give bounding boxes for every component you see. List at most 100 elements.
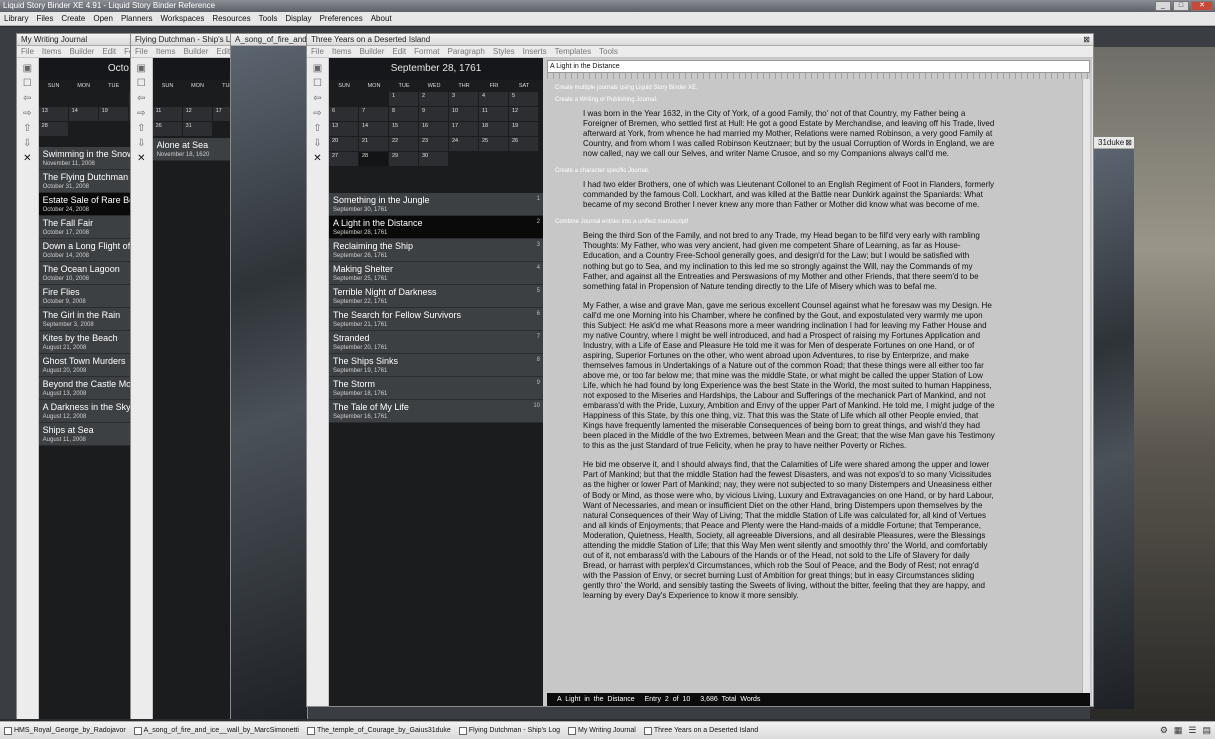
calendar-day[interactable]: 26 <box>509 137 538 151</box>
menu-item[interactable]: Items <box>328 47 356 56</box>
entry-title-input[interactable]: A Light in the Distance <box>547 60 1090 73</box>
calendar-day[interactable]: 9 <box>419 107 448 121</box>
fire-ice-image-window[interactable]: A_song_of_fire_and_ice_wall <box>230 33 308 719</box>
menu-item[interactable]: Items <box>38 47 66 56</box>
calendar-day[interactable]: 20 <box>329 137 358 151</box>
list-item[interactable]: Stranded September 20, 1761 7 <box>329 331 543 354</box>
list-item[interactable]: The Girl in the Rain September 3, 2008 <box>38 308 131 331</box>
arrow-right-icon[interactable]: ⇨ <box>20 107 34 120</box>
list-item[interactable]: The Flying Dutchman October 31, 2008 <box>38 170 131 193</box>
calendar-day[interactable]: 7 <box>359 107 388 121</box>
list-item[interactable]: A Light in the Distance September 28, 176… <box>329 216 543 239</box>
taskbar-item[interactable]: My Writing Journal <box>564 726 640 735</box>
menu-resources[interactable]: Resources <box>208 14 254 23</box>
list-item[interactable]: Ghost Town Murders August 20, 2008 <box>38 354 131 377</box>
arrow-down-icon[interactable]: ⇩ <box>134 137 148 150</box>
layout-icon[interactable]: ▤ <box>1202 725 1211 736</box>
calendar-day[interactable]: 23 <box>419 137 448 151</box>
new-icon[interactable]: ☐ <box>311 77 325 90</box>
list-item[interactable]: Down a Long Flight of Stairs October 14, … <box>38 239 131 262</box>
delete-icon[interactable]: ✕ <box>311 152 325 165</box>
arrow-up-icon[interactable]: ⇧ <box>134 122 148 135</box>
calendar-day[interactable]: 19 <box>509 122 538 136</box>
menu-display[interactable]: Display <box>281 14 315 23</box>
calendar-day[interactable]: 22 <box>389 137 418 151</box>
menu-item[interactable]: Items <box>152 47 180 56</box>
calendar-day[interactable]: 28 <box>359 152 388 166</box>
calendar-day[interactable] <box>479 152 508 166</box>
menu-about[interactable]: About <box>367 14 396 23</box>
calendar-day[interactable]: 13 <box>38 107 68 121</box>
taskbar-item[interactable]: HMS_Royal_George_by_Radojavor <box>0 726 130 735</box>
menu-library[interactable]: Library <box>0 14 32 23</box>
list-item[interactable]: Alone at Sea November 18, 1620 <box>152 138 231 161</box>
vertical-scrollbar[interactable] <box>1082 79 1090 693</box>
menu-tools[interactable]: Tools <box>255 14 282 23</box>
maximize-button[interactable]: □ <box>1173 1 1189 11</box>
menu-item[interactable]: Templates <box>551 47 595 56</box>
calendar-day[interactable]: 6 <box>329 107 358 121</box>
menu-workspaces[interactable]: Workspaces <box>157 14 209 23</box>
calendar-day[interactable]: 16 <box>419 122 448 136</box>
ships-log-window[interactable]: Flying Dutchman - Ship's Log File Items Bu… <box>130 33 232 719</box>
delete-icon[interactable]: ✕ <box>20 152 34 165</box>
delete-icon[interactable]: ✕ <box>134 152 148 165</box>
deserted-island-window[interactable]: Three Years on a Deserted Island ⊠ File I… <box>306 33 1094 707</box>
new-icon[interactable]: ☐ <box>20 77 34 90</box>
menu-item[interactable]: Tools <box>595 47 622 56</box>
taskbar-item[interactable]: Flying Dutchman - Ship's Log <box>455 726 564 735</box>
menu-item[interactable]: Edit <box>388 47 410 56</box>
minimize-button[interactable]: _ <box>1155 1 1171 11</box>
save-icon[interactable]: ▣ <box>134 62 148 75</box>
menu-item[interactable]: Edit <box>212 47 231 56</box>
calendar-day[interactable]: 24 <box>449 137 478 151</box>
menu-item[interactable]: Styles <box>489 47 519 56</box>
menu-item[interactable]: Edit <box>98 47 120 56</box>
calendar-day[interactable] <box>509 152 538 166</box>
arrow-right-icon[interactable]: ⇨ <box>134 107 148 120</box>
list-item[interactable]: Something in the Jungle September 30, 176… <box>329 193 543 216</box>
arrow-right-icon[interactable]: ⇨ <box>311 107 325 120</box>
list-item[interactable]: Swimming in the Snow November 11, 2008 <box>38 147 131 170</box>
calendar-day[interactable]: 14 <box>68 107 98 121</box>
calendar-day[interactable]: 11 <box>152 107 182 121</box>
taskbar-item[interactable]: A_song_of_fire_and_ice__wall_by_MarcSimo… <box>130 726 303 735</box>
calendar-day[interactable] <box>68 92 98 106</box>
new-icon[interactable]: ☐ <box>134 77 148 90</box>
list-item[interactable]: Fire Flies October 9, 2008 <box>38 285 131 308</box>
list-item[interactable]: Kites by the Beach August 21, 2008 <box>38 331 131 354</box>
arrow-left-icon[interactable]: ⇦ <box>20 92 34 105</box>
menu-item[interactable]: File <box>307 47 328 56</box>
list-item[interactable]: Terrible Night of Darkness September 22, … <box>329 285 543 308</box>
taskbar-item[interactable]: Three Years on a Deserted Island <box>640 726 762 735</box>
calendar-day[interactable] <box>212 92 231 106</box>
save-icon[interactable]: ▣ <box>311 62 325 75</box>
list-item[interactable]: The Search for Fellow Survivors September… <box>329 308 543 331</box>
calendar-day[interactable] <box>152 92 182 106</box>
grid-icon[interactable]: ▦ <box>1174 725 1183 736</box>
menu-item[interactable]: Format <box>410 47 443 56</box>
calendar-day[interactable] <box>329 92 358 106</box>
calendar-day[interactable]: 13 <box>329 122 358 136</box>
calendar-day[interactable] <box>182 92 212 106</box>
menu-item[interactable]: Builder <box>179 47 212 56</box>
calendar-day[interactable]: 17 <box>212 107 231 121</box>
calendar-day[interactable]: 17 <box>449 122 478 136</box>
close-icon[interactable]: ⊠ <box>1125 137 1132 148</box>
menu-item[interactable]: Builder <box>65 47 98 56</box>
calendar-day[interactable] <box>38 92 68 106</box>
menu-files[interactable]: Files <box>32 14 57 23</box>
list-item[interactable]: Beyond the Castle Moat August 13, 2008 <box>38 377 131 400</box>
writing-journal-window[interactable]: My Writing Journal File Items Builder Edit F… <box>16 33 132 719</box>
list-icon[interactable]: ☰ <box>1188 725 1196 736</box>
calendar-day[interactable]: 28 <box>38 122 68 136</box>
list-item[interactable]: Reclaiming the Ship September 26, 1761 3 <box>329 239 543 262</box>
temple-image-window[interactable]: 31duke ⊠ <box>1094 137 1134 717</box>
calendar-day[interactable]: 11 <box>479 107 508 121</box>
list-item[interactable]: The Storm September 18, 1761 9 <box>329 377 543 400</box>
list-item[interactable]: Ships at Sea August 11, 2008 <box>38 423 131 446</box>
arrow-up-icon[interactable]: ⇧ <box>20 122 34 135</box>
arrow-left-icon[interactable]: ⇦ <box>311 92 325 105</box>
calendar-day[interactable]: 27 <box>329 152 358 166</box>
menu-open[interactable]: Open <box>89 14 117 23</box>
